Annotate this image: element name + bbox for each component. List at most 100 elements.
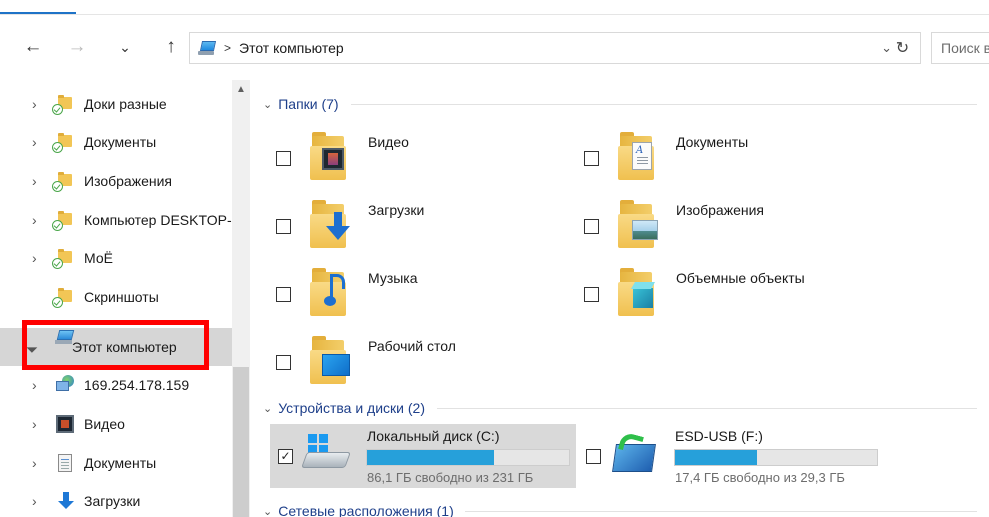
folder-label: Загрузки — [368, 202, 425, 218]
folder-tile-desktop[interactable]: Рабочий стол — [251, 320, 551, 384]
scroll-up-arrow-icon[interactable]: ▲ — [232, 84, 250, 95]
group-header-network[interactable]: ⌄ Сетевые расположения (1) — [263, 501, 454, 517]
music-folder-icon — [310, 266, 346, 316]
downloads-icon — [58, 492, 74, 510]
select-checkbox[interactable] — [276, 151, 291, 166]
breadcrumb-separator[interactable]: > — [224, 41, 231, 55]
back-button[interactable]: ← — [18, 27, 48, 67]
select-checkbox-checked[interactable]: ✓ — [278, 449, 293, 464]
chevron-down-icon[interactable]: ⌄ — [263, 505, 272, 517]
content-pane: ⌄ Папки (7) Видео Документы Загрузки Изо… — [251, 80, 989, 517]
scrollbar-thumb[interactable] — [233, 367, 249, 517]
folder-label: Рабочий стол — [368, 338, 456, 354]
expand-chevron-icon[interactable]: › — [32, 416, 37, 432]
expand-chevron-icon[interactable]: › — [32, 96, 37, 112]
sidebar-item-label: Компьютер DESKTOP- — [84, 212, 232, 228]
local-disk-icon — [301, 434, 356, 478]
folder-synced-icon — [52, 288, 76, 308]
search-input[interactable]: Поиск в: Этот компьютер — [931, 32, 989, 64]
ribbon-divider — [0, 14, 989, 15]
group-divider — [351, 94, 977, 114]
select-checkbox[interactable] — [276, 355, 291, 370]
drive-usage-fill — [367, 450, 494, 465]
expand-chevron-icon[interactable]: › — [32, 212, 37, 228]
recent-locations-button[interactable]: ⌄ — [110, 27, 140, 67]
select-checkbox[interactable] — [584, 151, 599, 166]
video-icon — [56, 415, 74, 433]
select-checkbox[interactable] — [584, 287, 599, 302]
pictures-folder-icon — [618, 198, 658, 248]
sidebar-item-label: МоЁ — [84, 250, 113, 266]
sidebar-item-video[interactable]: › Видео — [0, 405, 232, 443]
drive-usage-fill — [675, 450, 757, 465]
folder-label: Объемные объекты — [676, 270, 805, 286]
sidebar-item-label: Изображения — [84, 173, 172, 189]
usb-drive-icon — [610, 431, 664, 478]
expand-chevron-icon[interactable]: › — [32, 493, 37, 509]
video-folder-icon — [310, 130, 346, 180]
expand-chevron-icon[interactable]: › — [32, 173, 37, 189]
folder-synced-icon — [52, 133, 76, 153]
refresh-button[interactable]: ↻ — [885, 32, 921, 64]
downloads-folder-icon — [310, 198, 350, 248]
select-checkbox[interactable] — [276, 219, 291, 234]
drive-usage-bar — [366, 449, 570, 466]
group-divider — [437, 398, 977, 418]
folder-synced-icon — [52, 249, 76, 269]
drive-free-space: 86,1 ГБ свободно из 231 ГБ — [367, 470, 534, 485]
folder-tile-downloads[interactable]: Загрузки — [251, 184, 551, 248]
folder-synced-icon — [52, 211, 76, 231]
sidebar-item-doki-raznye[interactable]: › Доки разные — [0, 85, 232, 123]
3d-objects-folder-icon — [618, 266, 654, 316]
folder-label: Музыка — [368, 270, 418, 286]
documents-icon — [58, 454, 72, 472]
sidebar-item-images-cloud[interactable]: › Изображения — [0, 162, 232, 200]
address-bar[interactable]: > Этот компьютер ⌄ — [189, 32, 921, 64]
sidebar-item-label: Документы — [84, 455, 157, 471]
sidebar-scrollbar[interactable]: ▲ — [232, 80, 250, 517]
expand-chevron-icon[interactable]: › — [32, 377, 37, 393]
desktop-folder-icon — [310, 334, 350, 384]
drive-name: Локальный диск (C:) — [367, 428, 500, 444]
drive-tile-local-c[interactable]: ✓ Локальный диск (C:) 86,1 ГБ свободно и… — [270, 424, 576, 488]
sidebar-item-documents-cloud[interactable]: › Документы — [0, 123, 232, 161]
folder-label: Изображения — [676, 202, 764, 218]
sidebar-item-computer-desktop[interactable]: › Компьютер DESKTOP- — [0, 201, 232, 239]
chevron-down-icon[interactable]: ⌄ — [263, 402, 272, 415]
folder-tile-3d-objects[interactable]: Объемные объекты — [559, 252, 859, 316]
breadcrumb-this-pc[interactable]: Этот компьютер — [239, 40, 344, 56]
folder-label: Документы — [676, 134, 749, 150]
sidebar-item-label: Доки разные — [84, 96, 167, 112]
drive-usage-bar — [674, 449, 878, 466]
drive-tile-usb-f[interactable]: ESD-USB (F:) 17,4 ГБ свободно из 29,3 ГБ — [578, 424, 884, 488]
drive-free-space: 17,4 ГБ свободно из 29,3 ГБ — [675, 470, 845, 485]
folder-tile-pictures[interactable]: Изображения — [559, 184, 859, 248]
sidebar-item-label: 169.254.178.159 — [84, 377, 190, 393]
drive-name: ESD-USB (F:) — [675, 428, 763, 444]
chevron-down-icon[interactable]: ⌄ — [263, 98, 272, 111]
select-checkbox[interactable] — [584, 219, 599, 234]
navigation-pane: › Доки разные › Документы › Изображения … — [0, 80, 250, 517]
expand-chevron-icon[interactable]: › — [32, 250, 37, 266]
folder-tile-music[interactable]: Музыка — [251, 252, 551, 316]
group-title: Папки (7) — [278, 96, 339, 112]
sidebar-item-downloads[interactable]: › Загрузки — [0, 482, 232, 517]
up-button[interactable]: ↑ — [156, 27, 186, 67]
folder-tile-video[interactable]: Видео — [251, 116, 551, 180]
folder-tile-documents[interactable]: Документы — [559, 116, 859, 180]
sidebar-item-label: Видео — [84, 416, 125, 432]
sidebar-item-label: Скриншоты — [84, 289, 159, 305]
this-pc-icon — [198, 41, 217, 55]
folder-label: Видео — [368, 134, 409, 150]
select-checkbox[interactable] — [276, 287, 291, 302]
group-header-folders[interactable]: ⌄ Папки (7) — [263, 94, 339, 114]
sidebar-item-documents[interactable]: › Документы — [0, 444, 232, 482]
select-checkbox[interactable] — [586, 449, 601, 464]
forward-button[interactable]: → — [62, 27, 92, 67]
sidebar-item-moe[interactable]: › МоЁ — [0, 239, 232, 277]
expand-chevron-icon[interactable]: › — [32, 134, 37, 150]
sidebar-item-network-location[interactable]: › 169.254.178.159 — [0, 366, 232, 404]
sidebar-item-screenshots[interactable]: Скриншоты — [0, 278, 232, 316]
group-header-devices[interactable]: ⌄ Устройства и диски (2) — [263, 398, 425, 418]
expand-chevron-icon[interactable]: › — [32, 455, 37, 471]
